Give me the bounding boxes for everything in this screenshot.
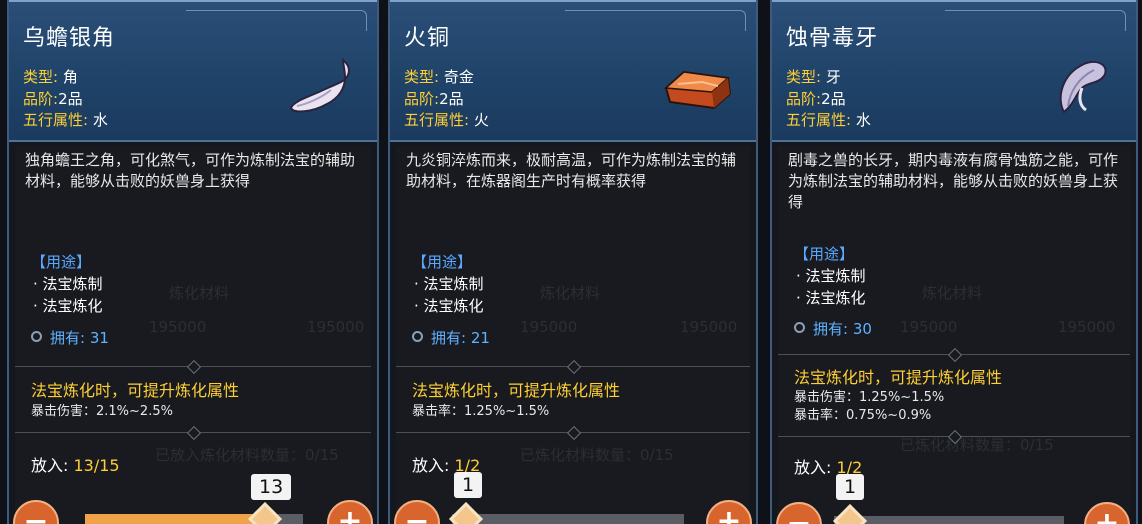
divider [15, 362, 371, 372]
owned-count: 拥有: 30 [794, 318, 872, 339]
uses-header: 【用途】 [31, 253, 92, 271]
item-grade: 品阶:2品 [786, 90, 846, 108]
quantity-slider-track[interactable] [834, 516, 1064, 524]
poison-fang-icon [1059, 60, 1107, 114]
bg-material-count: 已炼化材料数量：0/15 [520, 446, 674, 464]
refine-effect: 法宝炼化时，可提升炼化属性 [412, 381, 621, 400]
item-type: 类型: 角 [23, 68, 78, 86]
item-tooltip-card: 蚀骨毒牙 类型: 牙 品阶:2品 五行属性: 水 炼化材料 195000 195… [770, 0, 1138, 524]
fire-copper-ingot-icon [664, 70, 732, 110]
item-element: 五行属性: 水 [786, 111, 871, 129]
bg-refine-material-label: 炼化材料 [540, 284, 601, 302]
slider-value-badge: 13 [251, 474, 292, 500]
coin-icon [412, 331, 423, 342]
bg-amount-2: 195000 [1058, 318, 1116, 336]
uses-header: 【用途】 [794, 245, 855, 263]
owned-count: 拥有: 21 [412, 327, 490, 348]
bg-material-count: 已放入炼化材料数量：0/15 [155, 446, 339, 464]
slider-value-badge: 1 [454, 472, 483, 498]
item-type: 类型: 奇金 [404, 68, 474, 86]
bg-amount-2: 195000 [680, 318, 738, 336]
quantity-slider-fill [85, 514, 265, 524]
bg-refine-material-label: 炼化材料 [922, 284, 983, 302]
item-type: 类型: 牙 [786, 68, 841, 86]
divider [396, 362, 750, 372]
use-item: · 法宝炼化 [796, 289, 866, 307]
bg-amount-2: 195000 [307, 318, 365, 336]
put-in-count: 放入: 13/15 [31, 456, 120, 475]
item-tooltip-card: 乌蟾银角 类型: 角 品阶:2品 五行属性: 水 炼化材料 195000 195… [7, 0, 379, 524]
bg-amount: 195000 [520, 318, 578, 336]
slider-value-badge: 1 [836, 474, 865, 500]
stat-line: 暴击率：1.25%~1.5% [412, 404, 550, 419]
divider [778, 350, 1130, 360]
use-item: · 法宝炼制 [796, 267, 866, 285]
item-title: 火铜 [404, 26, 451, 51]
item-description: 九炎铜淬炼而来，极耐高温，可作为炼制法宝的辅助材料，在炼器阁生产时有概率获得 [406, 151, 737, 190]
use-item: · 法宝炼化 [414, 297, 484, 315]
divider [15, 428, 371, 438]
bg-amount: 195000 [149, 318, 207, 336]
divider [778, 432, 1130, 442]
silver-horn-icon [289, 58, 350, 113]
bg-refine-material-label: 炼化材料 [169, 284, 230, 302]
quantity-slider-track[interactable] [452, 514, 684, 524]
item-title: 蚀骨毒牙 [786, 26, 879, 51]
stat-line: 暴击伤害：2.1%~2.5% [31, 404, 173, 419]
use-item: · 法宝炼制 [33, 275, 103, 293]
coin-icon [31, 331, 42, 342]
stat-line: 暴击伤害：1.25%~1.5% [794, 390, 945, 405]
item-title: 乌蟾银角 [23, 26, 116, 51]
use-item: · 法宝炼制 [414, 275, 484, 293]
refine-effect: 法宝炼化时，可提升炼化属性 [31, 381, 240, 400]
uses-header: 【用途】 [412, 253, 473, 271]
item-tooltip-card: 火铜 类型: 奇金 品阶:2品 五行属性: 火 炼化材料 195000 1950… [388, 0, 758, 524]
use-item: · 法宝炼化 [33, 297, 103, 315]
coin-icon [794, 322, 805, 333]
item-description: 剧毒之兽的长牙，期内毒液有腐骨蚀筋之能，可作为炼制法宝的辅助材料，能够从击败的妖… [788, 151, 1119, 211]
item-element: 五行属性: 火 [404, 111, 489, 129]
bg-amount: 195000 [900, 318, 958, 336]
item-grade: 品阶:2品 [23, 90, 83, 108]
stat-line: 暴击率：0.75%~0.9% [794, 408, 932, 423]
divider [396, 428, 750, 438]
item-element: 五行属性: 水 [23, 111, 108, 129]
owned-count: 拥有: 31 [31, 327, 109, 348]
item-description: 独角蟾王之角，可化煞气，可作为炼制法宝的辅助材料，能够从击败的妖兽身上获得 [25, 151, 356, 190]
refine-effect: 法宝炼化时，可提升炼化属性 [794, 368, 1003, 387]
item-grade: 品阶:2品 [404, 90, 464, 108]
